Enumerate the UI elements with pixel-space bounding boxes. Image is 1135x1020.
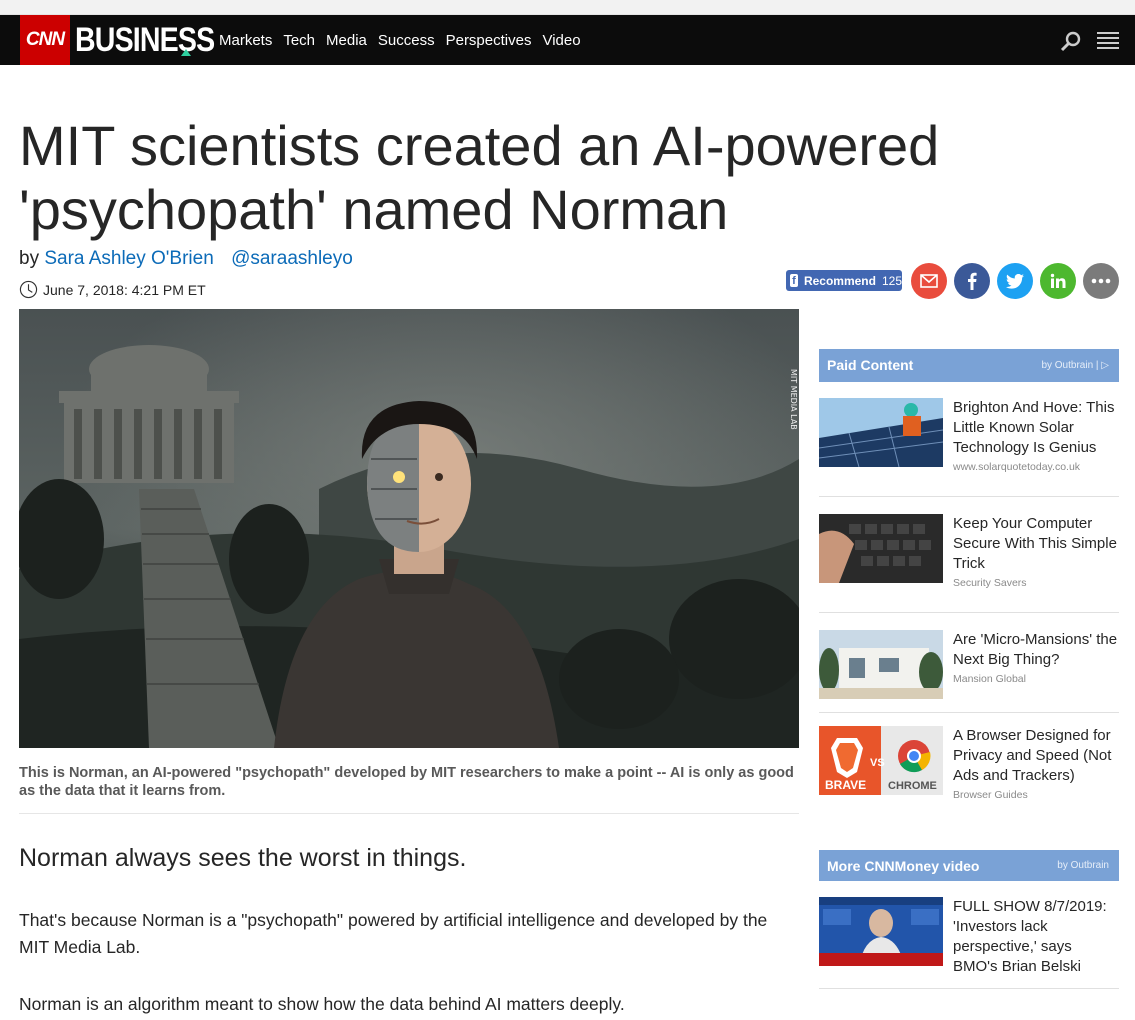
sidebar-divider xyxy=(819,612,1119,613)
keyboard-thumbnail xyxy=(819,514,943,583)
outbrain-attribution[interactable]: by Outbrain | ▷ xyxy=(1041,360,1109,371)
paid-item-title: Brighton And Hove: This Little Known Sol… xyxy=(953,399,1115,456)
recommend-count: 125 xyxy=(881,273,902,288)
sidebar-divider xyxy=(819,988,1119,989)
nav-link-perspectives[interactable]: Perspectives xyxy=(446,32,532,49)
more-video-header: More CNNMoney video by Outbrain xyxy=(819,850,1119,881)
nav-link-tech[interactable]: Tech xyxy=(283,32,315,49)
nav-link-success[interactable]: Success xyxy=(378,32,435,49)
video-thumbnail xyxy=(819,897,943,966)
paid-item-title: Are 'Micro-Mansions' the Next Big Thing? xyxy=(953,631,1118,668)
share-more-button[interactable] xyxy=(1083,263,1119,299)
paid-item-source: www.solarquotetoday.co.uk xyxy=(953,461,1081,473)
author-link[interactable]: Sara Ashley O'Brien xyxy=(44,248,213,269)
article-timestamp: June 7, 2018: 4:21 PM ET xyxy=(19,280,206,299)
linkedin-icon xyxy=(1050,273,1066,288)
facebook-icon: f xyxy=(790,274,798,287)
share-facebook-button[interactable] xyxy=(954,263,990,299)
share-linkedin-button[interactable] xyxy=(1040,263,1076,299)
share-email-button[interactable] xyxy=(911,263,947,299)
timestamp-text: June 7, 2018: 4:21 PM ET xyxy=(43,281,206,298)
sidebar-divider xyxy=(819,712,1119,713)
sidebar-divider xyxy=(819,496,1119,497)
brave-vs-chrome-thumbnail: BRAVE VS CHROME xyxy=(819,726,943,795)
micro-mansion-thumbnail xyxy=(819,630,943,699)
top-strip xyxy=(0,0,1135,15)
paid-item-title: Keep Your Computer Secure With This Simp… xyxy=(953,515,1117,572)
image-credit: MIT MEDIA LAB xyxy=(789,369,798,430)
solar-panel-thumbnail xyxy=(819,398,943,467)
article-paragraph: Norman is an algorithm meant to show how… xyxy=(19,994,625,1014)
paid-item-title: A Browser Designed for Privacy and Speed… xyxy=(953,727,1112,784)
outbrain-label: by Outbrain xyxy=(1041,360,1094,371)
paid-item-source: Mansion Global xyxy=(953,673,1026,685)
nav-link-video[interactable]: Video xyxy=(542,32,580,49)
paid-item-source: Security Savers xyxy=(953,577,1027,589)
image-caption: This is Norman, an AI-powered "psychopat… xyxy=(19,765,794,799)
article-lede: Norman always sees the worst in things. xyxy=(19,844,467,872)
cnn-logo[interactable]: CNN xyxy=(20,15,70,65)
business-logo-triangle-icon xyxy=(181,49,191,56)
business-logo[interactable]: BUSINESS xyxy=(75,22,215,58)
twitter-icon xyxy=(1006,273,1024,289)
nav-link-markets[interactable]: Markets xyxy=(219,32,272,49)
nav-link-media[interactable]: Media xyxy=(326,32,367,49)
search-icon[interactable] xyxy=(1060,30,1082,52)
facebook-icon xyxy=(968,272,977,290)
byline-prefix: by xyxy=(19,248,40,269)
hamburger-menu-icon[interactable] xyxy=(1097,32,1119,49)
norman-illustration: MIT MEDIA LAB xyxy=(19,309,799,748)
recommend-label: Recommend xyxy=(803,273,876,288)
top-navigation: CNN BUSINESS Markets Tech Media Success … xyxy=(0,15,1135,65)
nav-links: Markets Tech Media Success Perspectives … xyxy=(219,15,592,65)
author-twitter-link[interactable]: @saraashleyo xyxy=(231,248,353,269)
outbrain-label[interactable]: by Outbrain xyxy=(1057,860,1109,871)
share-twitter-button[interactable] xyxy=(997,263,1033,299)
vs-label: VS xyxy=(870,757,885,769)
facebook-recommend-button[interactable]: f Recommend 125 xyxy=(786,270,902,291)
paid-item-source: Browser Guides xyxy=(953,789,1028,801)
paid-content-header: Paid Content by Outbrain | ▷ xyxy=(819,349,1119,382)
byline: by Sara Ashley O'Brien @saraashleyo xyxy=(19,248,353,270)
more-icon xyxy=(1091,278,1111,284)
paid-content-title: Paid Content xyxy=(827,357,914,373)
email-icon xyxy=(920,274,938,288)
article-headline: MIT scientists created an AI-powered 'ps… xyxy=(19,114,940,241)
chrome-label: CHROME xyxy=(888,780,937,792)
article-hero-image: MIT MEDIA LAB xyxy=(19,309,799,748)
clock-icon xyxy=(19,280,38,299)
brave-label: BRAVE xyxy=(825,778,866,792)
video-item-title: FULL SHOW 8/7/2019: 'Investors lack pers… xyxy=(953,898,1107,975)
caption-divider xyxy=(19,813,799,814)
more-video-title: More CNNMoney video xyxy=(827,858,980,874)
article-paragraph: That's because Norman is a "psychopath" … xyxy=(19,910,768,957)
